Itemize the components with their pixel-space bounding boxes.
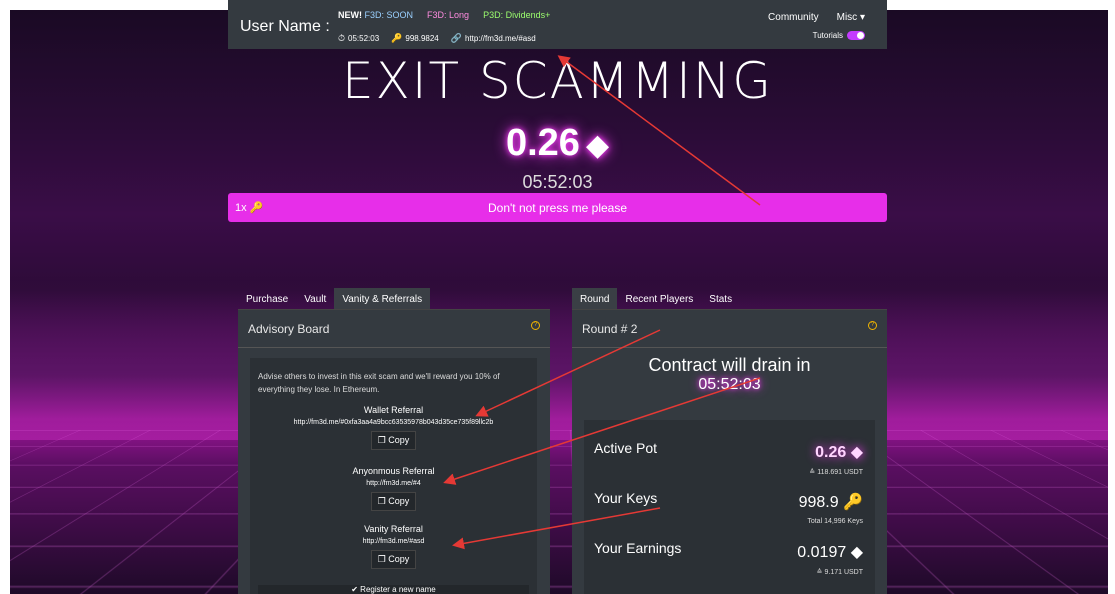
active-pot-label: Active Pot — [594, 440, 658, 456]
advise-text: Advise others to invest in this exit sca… — [258, 372, 500, 394]
your-earnings-number: 0.0197 — [797, 544, 847, 561]
your-earnings-value: 0.0197 ◆ — [797, 542, 863, 562]
nav-link-long[interactable]: F3D: Long — [427, 10, 469, 20]
your-keys-label: Your Keys — [594, 490, 658, 506]
copy-icon: ❐ — [377, 435, 386, 445]
key-icon: 🔑 — [843, 494, 863, 511]
nav-link-soon-label: F3D: SOON — [364, 10, 414, 20]
tab-vault[interactable]: Vault — [296, 288, 334, 311]
your-keys-value: 998.9 🔑 — [799, 492, 863, 512]
ethereum-icon: ◆ — [850, 444, 863, 461]
nav-ref[interactable]: 🔗 http://fm3d.me/#asd — [451, 33, 536, 44]
wallet-referral: Wallet Referral http://fm3d.me/#0xfa3aa4… — [250, 405, 537, 450]
drain-countdown: Contract will drain in 05:52:03 — [584, 355, 875, 394]
active-pot-usdt: ≙ 118.691 USDT — [809, 469, 863, 476]
top-navbar: User Name : NEW! F3D: SOON F3D: Long P3D… — [228, 0, 887, 49]
nav-community[interactable]: Community — [768, 12, 819, 23]
register-name-button[interactable]: ✔ Register a new name — [258, 585, 529, 594]
vanity-copy-button[interactable]: ❐ Copy — [370, 550, 417, 569]
nav-links: NEW! F3D: SOON F3D: Long P3D: Dividends+ — [338, 10, 550, 20]
pot-value: 0.26 — [505, 122, 580, 164]
user-name-label[interactable]: User Name : — [240, 18, 330, 36]
round-panel: Round # 2 ? Contract will drain in 05:52… — [572, 309, 887, 594]
nav-misc[interactable]: Misc ▾ — [837, 12, 865, 23]
pot-amount: 0.26 ◆ — [228, 122, 887, 165]
tab-round[interactable]: Round — [572, 288, 618, 311]
active-pot-number: 0.26 — [815, 444, 847, 461]
right-tabs: Round Recent Players Stats — [572, 288, 740, 311]
your-keys-number: 998.9 — [798, 494, 839, 511]
stopwatch-icon: ⏱ — [338, 33, 346, 43]
ethereum-icon: ◆ — [585, 129, 610, 162]
tab-purchase[interactable]: Purchase — [238, 288, 296, 311]
wallet-referral-title: Wallet Referral — [363, 405, 424, 415]
caret-down-icon: ▾ — [859, 12, 865, 23]
advisory-title: Advisory Board — [248, 322, 330, 336]
nav-timer-value: 05:52:03 — [348, 34, 380, 43]
vanity-referral-link: http://fm3d.me/#asd — [362, 538, 425, 545]
copy-icon: ❐ — [377, 496, 386, 506]
nav-ref-value: http://fm3d.me/#asd — [464, 34, 536, 43]
anon-copy-label: Copy — [388, 496, 410, 506]
drain-text: Contract will drain in — [648, 355, 811, 375]
press-button[interactable]: 1x 🔑 Don't not press me please — [228, 193, 887, 222]
new-badge: NEW! — [338, 10, 362, 20]
nav-right-menu: Community Misc ▾ — [768, 12, 865, 23]
press-button-label: Don't not press me please — [487, 201, 628, 215]
nav-keys: 🔑 998.9824 — [391, 33, 439, 44]
key-icon: 🔑 — [391, 33, 403, 43]
advisory-header: Advisory Board ? — [238, 310, 550, 348]
anon-referral-title: Anyonmous Referral — [352, 466, 435, 476]
anon-referral-link: http://fm3d.me/#4 — [366, 480, 421, 487]
tab-vanity-referrals[interactable]: Vanity & Referrals — [334, 288, 431, 311]
vanity-referral: Vanity Referral http://fm3d.me/#asd ❐ Co… — [250, 524, 537, 569]
vanity-referral-title: Vanity Referral — [364, 524, 423, 534]
left-tabs: Purchase Vault Vanity & Referrals — [238, 288, 431, 311]
drain-time: 05:52:03 — [698, 376, 761, 393]
anon-referral: Anyonmous Referral http://fm3d.me/#4 ❐ C… — [250, 466, 537, 511]
earnings-usdt: ≙ 9.171 USDT — [816, 569, 863, 576]
tab-stats[interactable]: Stats — [701, 288, 740, 311]
nav-keys-value: 998.9824 — [405, 34, 439, 43]
vanity-copy-label: Copy — [388, 554, 410, 564]
nav-status-row: ⏱ 05:52:03 🔑 998.9824 🔗 http://fm3d.me/#asd — [338, 33, 536, 44]
round-stats: Active Pot 0.26 ◆ ≙ 118.691 USDT Your Ke… — [584, 420, 875, 594]
total-keys: Total 14,996 Keys — [807, 518, 863, 525]
help-icon[interactable]: ? — [531, 321, 540, 330]
ethereum-icon: ◆ — [850, 544, 863, 561]
wallet-copy-button[interactable]: ❐ Copy — [370, 431, 417, 450]
link-icon: 🔗 — [450, 33, 462, 43]
nav-misc-label: Misc — [836, 12, 858, 23]
active-pot-value: 0.26 ◆ — [815, 442, 863, 462]
hero-title: EXIT SCAMMING — [341, 52, 774, 110]
mountain-backdrop — [10, 280, 1108, 440]
tutorials-toggle[interactable] — [847, 31, 865, 40]
synthwave-grid — [10, 430, 1108, 594]
nav-timer: ⏱ 05:52:03 — [338, 33, 379, 44]
referral-box: Advise others to invest in this exit sca… — [250, 358, 537, 594]
page: User Name : NEW! F3D: SOON F3D: Long P3D… — [0, 0, 1115, 594]
round-header: Round # 2 ? — [572, 310, 887, 348]
nav-link-soon[interactable]: NEW! F3D: SOON — [338, 10, 413, 20]
anon-copy-button[interactable]: ❐ Copy — [370, 492, 417, 511]
round-title: Round # 2 — [582, 322, 638, 336]
wallet-referral-link: http://fm3d.me/#0xfa3aa4a9bcc63535978b04… — [293, 419, 494, 426]
help-icon[interactable]: ? — [868, 321, 877, 330]
your-earnings-label: Your Earnings — [594, 540, 682, 556]
copy-icon: ❐ — [377, 554, 386, 564]
advisory-panel: Advisory Board ? Advise others to invest… — [238, 309, 550, 594]
wallet-copy-label: Copy — [388, 435, 410, 445]
nav-link-p3d[interactable]: P3D: Dividends+ — [483, 10, 550, 20]
tab-recent-players[interactable]: Recent Players — [617, 288, 701, 311]
pot-timer: 05:52:03 — [522, 172, 593, 192]
tutorials-label: Tutorials — [812, 31, 843, 40]
tutorials-toggle-row: Tutorials — [813, 31, 865, 40]
